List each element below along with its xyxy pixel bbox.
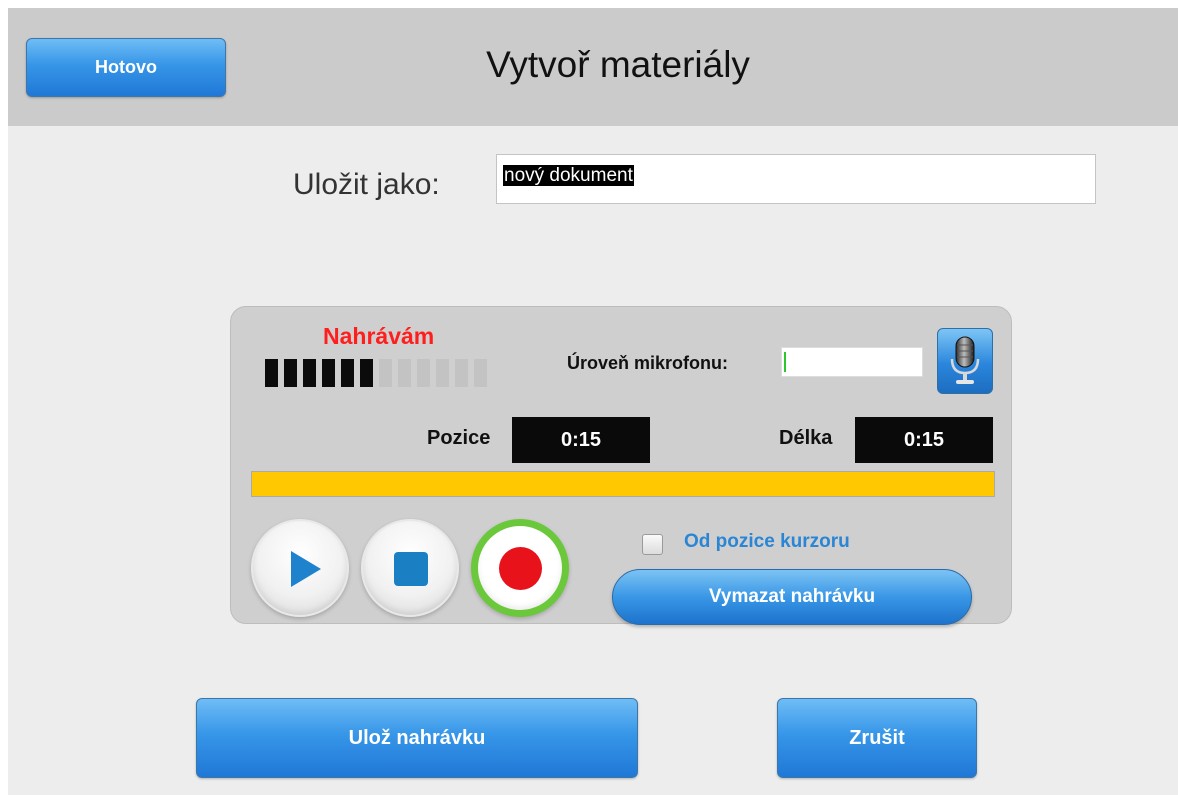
page-title: Vytvoř materiály — [486, 44, 750, 85]
clear-recording-button[interactable]: Vymazat nahrávku — [612, 569, 972, 625]
record-button[interactable] — [471, 519, 569, 617]
play-icon — [291, 551, 321, 587]
create-materials-window: Hotovo Vytvoř materiály Uložit jako: nov… — [8, 8, 1178, 795]
mic-level-bar — [781, 347, 923, 377]
microphone-icon — [950, 336, 980, 384]
from-cursor-checkbox[interactable] — [642, 534, 663, 555]
save-as-value: nový dokument — [503, 165, 634, 186]
progress-fill — [252, 472, 994, 496]
position-label: Pozice — [427, 427, 491, 449]
save-recording-button[interactable]: Ulož nahrávku — [196, 698, 638, 778]
level-meter-segment — [436, 359, 449, 387]
length-label: Délka — [779, 427, 833, 449]
level-meter-segment — [265, 359, 278, 387]
recorder-panel: Nahrávám Úroveň mikrofonu: Pozice 0:15 D… — [230, 306, 1012, 625]
stop-icon — [394, 552, 428, 586]
mic-level-fill — [784, 352, 786, 372]
position-value: 0:15 — [512, 417, 650, 463]
done-button[interactable]: Hotovo — [26, 38, 226, 97]
level-meter-segment — [322, 359, 335, 387]
level-meter-segment — [284, 359, 297, 387]
record-icon — [499, 547, 542, 590]
level-meter-segment — [474, 359, 487, 387]
length-value: 0:15 — [855, 417, 993, 463]
from-cursor-label[interactable]: Od pozice kurzoru — [684, 531, 850, 553]
save-as-input[interactable]: nový dokument — [496, 154, 1096, 204]
level-meter-segment — [398, 359, 411, 387]
mic-level-label: Úroveň mikrofonu: — [567, 353, 729, 373]
play-button[interactable] — [251, 519, 349, 617]
save-as-label: Uložit jako: — [293, 168, 440, 201]
level-meter-segment — [379, 359, 392, 387]
microphone-button[interactable] — [937, 328, 993, 394]
recording-level-meter — [265, 359, 487, 387]
level-meter-segment — [341, 359, 354, 387]
recording-status: Nahrávám — [323, 323, 435, 349]
level-meter-segment — [360, 359, 373, 387]
cancel-button[interactable]: Zrušit — [777, 698, 977, 778]
level-meter-segment — [455, 359, 468, 387]
level-meter-segment — [303, 359, 316, 387]
level-meter-segment — [417, 359, 430, 387]
recording-progress-bar[interactable] — [251, 471, 995, 497]
stop-button[interactable] — [361, 519, 459, 617]
header-bar: Hotovo Vytvoř materiály — [8, 8, 1178, 126]
